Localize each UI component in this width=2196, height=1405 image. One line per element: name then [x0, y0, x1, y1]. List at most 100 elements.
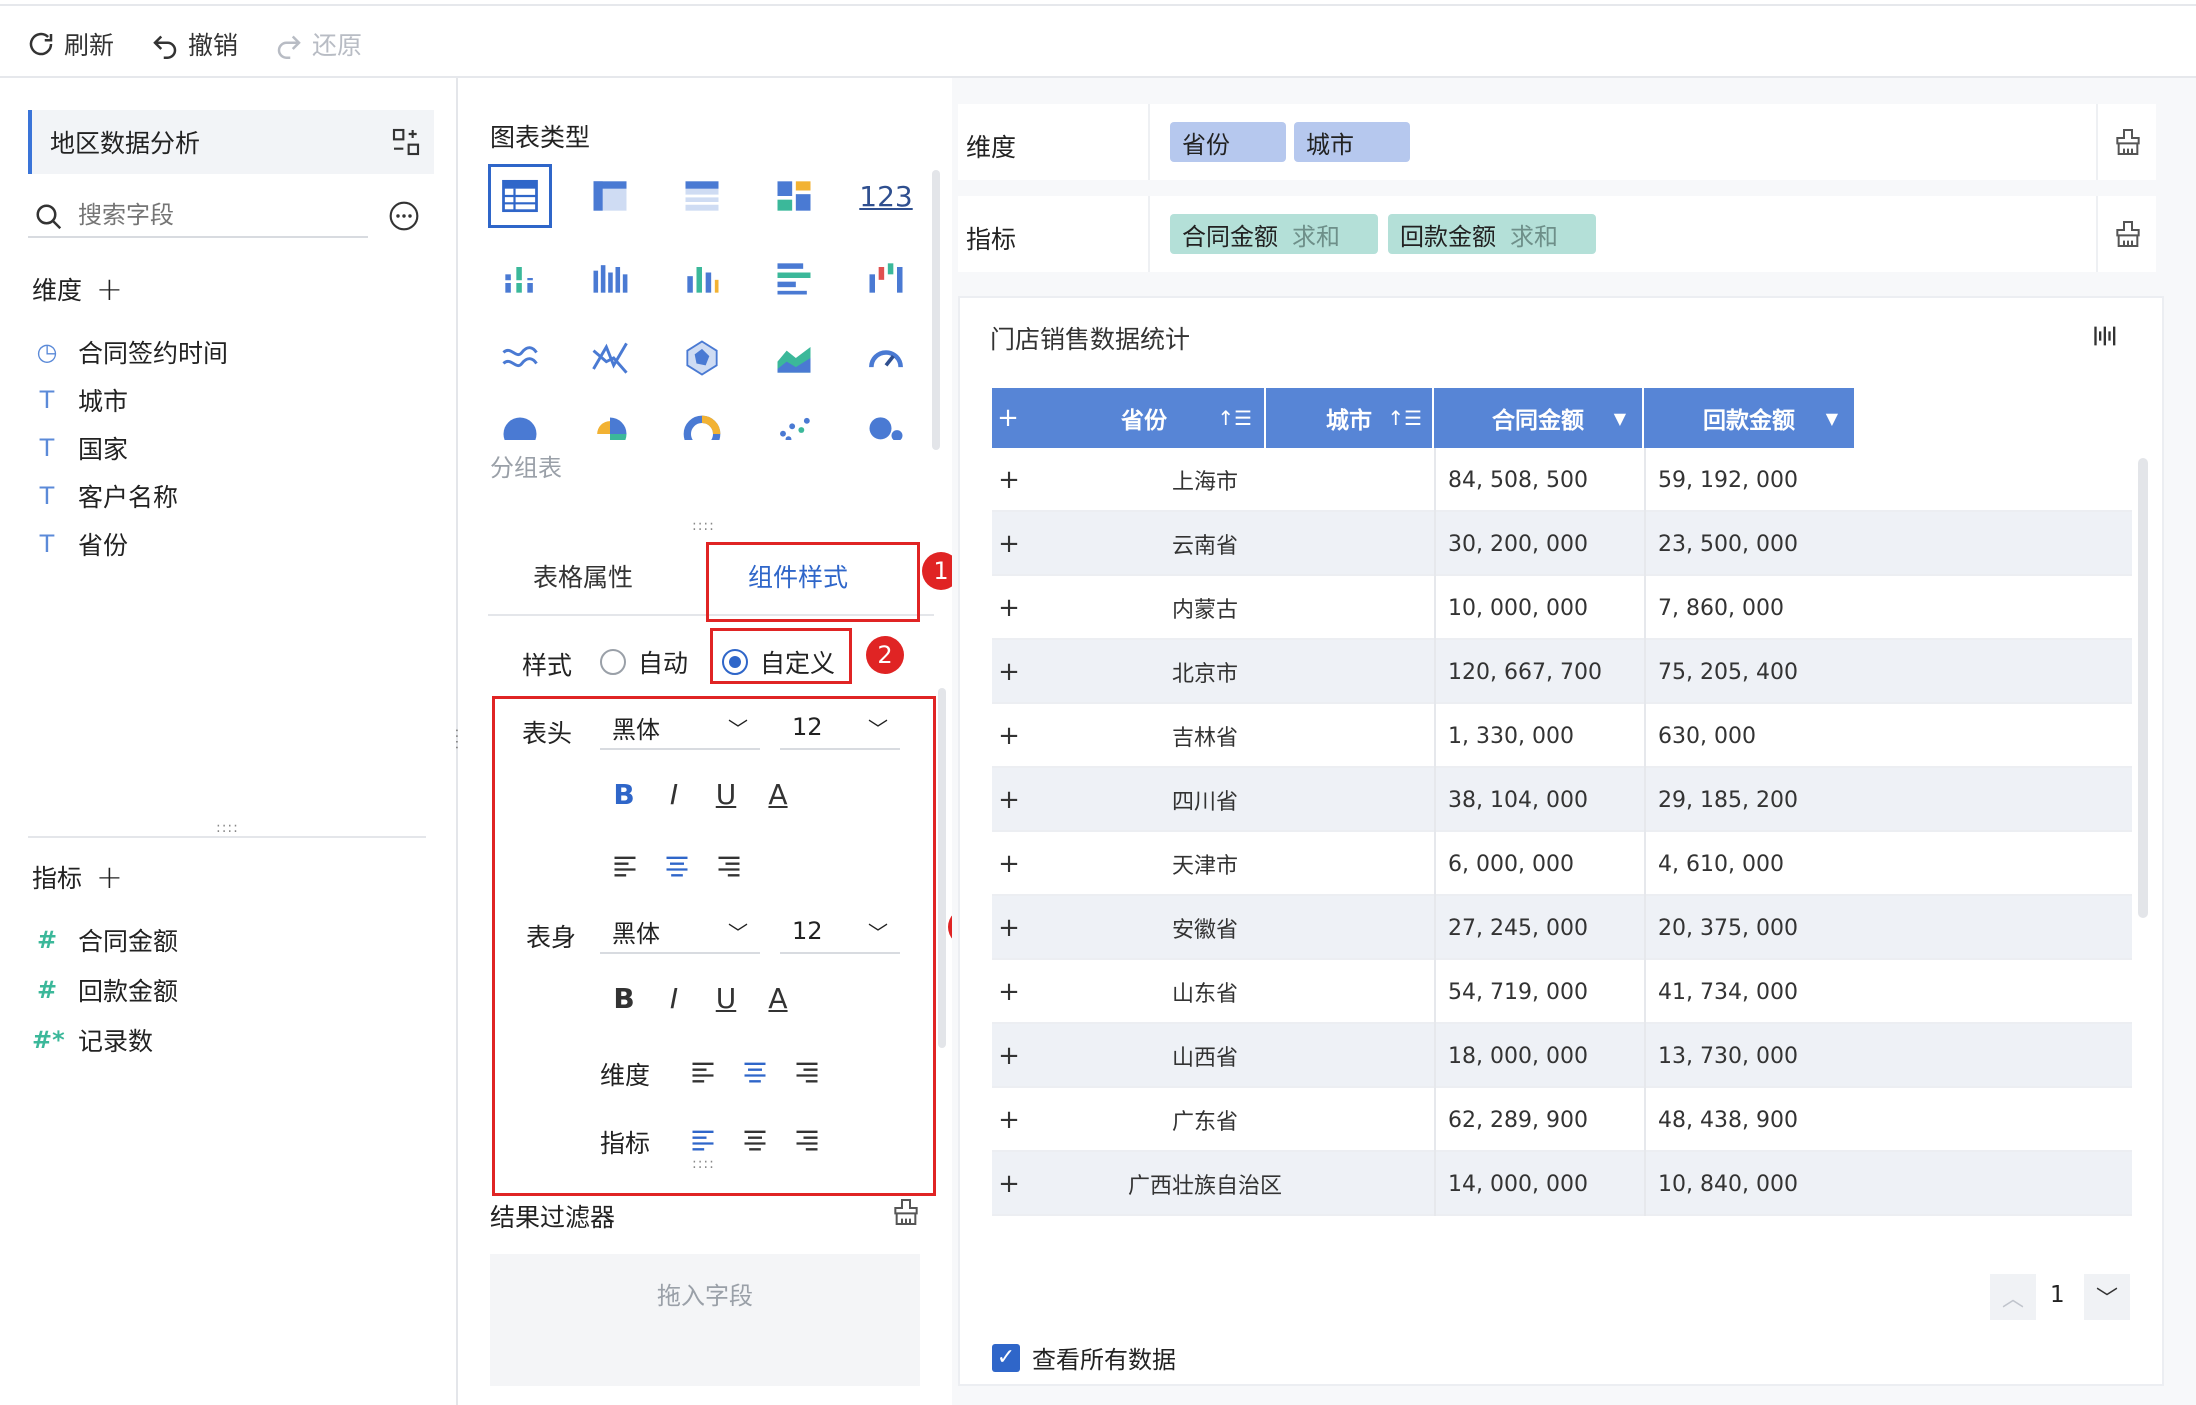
expand-row-icon[interactable]: +: [992, 512, 1026, 576]
table-row[interactable]: + 广东省 62, 289, 900 48, 438, 900: [992, 1088, 2132, 1152]
chart-type-gauge[interactable]: [854, 326, 918, 390]
filter-brush-icon[interactable]: [890, 1196, 922, 1228]
style-scrollbar[interactable]: [938, 688, 946, 1048]
dimension-field[interactable]: T 城市: [32, 380, 128, 420]
chart-type-pie[interactable]: [488, 400, 552, 440]
view-all-checkbox[interactable]: ✓ 查看所有数据: [992, 1340, 1176, 1375]
more-icon[interactable]: [388, 200, 420, 232]
chart-type-cross-table[interactable]: [578, 164, 642, 228]
chart-type-grouped-bar[interactable]: [578, 246, 642, 310]
table-row[interactable]: + 内蒙古 10, 000, 000 7, 860, 000: [992, 576, 2132, 640]
dimension-field[interactable]: T 国家: [32, 428, 128, 468]
body-font-color-icon[interactable]: A: [760, 982, 796, 1015]
header-bold-icon[interactable]: B: [606, 778, 642, 811]
expand-row-icon[interactable]: +: [992, 576, 1026, 640]
table-row[interactable]: + 山西省 18, 000, 000 13, 730, 000: [992, 1024, 2132, 1088]
chart-type-radar[interactable]: [670, 326, 734, 390]
header-italic-icon[interactable]: I: [656, 778, 692, 811]
chart-type-bar[interactable]: [670, 246, 734, 310]
body-size-select[interactable]: 12 ﹀: [780, 910, 900, 954]
header-align-right-icon[interactable]: [714, 852, 744, 880]
resize-grip-icon[interactable]: ::::: [216, 820, 239, 836]
clear-measure-brush-icon[interactable]: [2112, 218, 2144, 250]
dimension-field[interactable]: ◷ 合同签约时间: [32, 332, 229, 372]
body-font-select[interactable]: 黑体 ﹀: [600, 910, 760, 954]
search-input[interactable]: [78, 198, 358, 232]
expand-row-icon[interactable]: +: [992, 448, 1026, 512]
caret-down-icon[interactable]: ▼: [1826, 409, 1838, 428]
chart-type-waterfall[interactable]: [854, 246, 918, 310]
measure-align-left-icon[interactable]: [688, 1126, 718, 1154]
add-measure-icon[interactable]: +: [96, 858, 123, 896]
expand-row-icon[interactable]: +: [992, 704, 1026, 768]
table-row[interactable]: + 上海市 84, 508, 500 59, 192, 000: [992, 448, 2132, 512]
undo-button[interactable]: 撤销: [150, 26, 238, 62]
header-underline-icon[interactable]: U: [708, 778, 744, 811]
header-city[interactable]: 城市 ↑☰: [1266, 388, 1432, 448]
header-align-center-icon[interactable]: [662, 852, 692, 880]
page-prev-button[interactable]: ︿: [1990, 1274, 2036, 1320]
measure-chip-payment[interactable]: 回款金额 求和: [1388, 214, 1596, 254]
style-auto-radio[interactable]: 自动: [600, 644, 688, 680]
chart-type-scatter[interactable]: [762, 400, 826, 440]
resize-grip-icon[interactable]: ::::: [692, 1156, 715, 1172]
table-row[interactable]: + 四川省 38, 104, 000 29, 185, 200: [992, 768, 2132, 832]
measure-field[interactable]: #* 记录数: [32, 1020, 153, 1060]
expand-row-icon[interactable]: +: [992, 832, 1026, 896]
header-align-left-icon[interactable]: [610, 852, 640, 880]
chart-type-rose[interactable]: [578, 400, 642, 440]
measure-align-right-icon[interactable]: [792, 1126, 822, 1154]
chart-type-bubble[interactable]: [854, 400, 918, 440]
clear-dimension-brush-icon[interactable]: [2112, 126, 2144, 158]
expand-row-icon[interactable]: +: [992, 640, 1026, 704]
field-search[interactable]: [28, 194, 368, 238]
body-italic-icon[interactable]: I: [656, 982, 692, 1015]
chart-type-donut[interactable]: [670, 400, 734, 440]
header-font-color-icon[interactable]: A: [760, 778, 796, 811]
table-row[interactable]: + 广西壮族自治区 14, 000, 000 10, 840, 000: [992, 1152, 2132, 1216]
body-bold-icon[interactable]: B: [606, 982, 642, 1015]
header-font-select[interactable]: 黑体 ﹀: [600, 706, 760, 750]
expand-row-icon[interactable]: +: [992, 1088, 1026, 1152]
expand-row-icon[interactable]: +: [992, 960, 1026, 1024]
chart-type-scatter-line[interactable]: [578, 326, 642, 390]
chart-type-number[interactable]: 123: [854, 164, 918, 228]
resize-grip-icon[interactable]: ::::: [692, 518, 715, 534]
table-scrollbar[interactable]: [2138, 458, 2148, 918]
measure-field[interactable]: # 回款金额: [32, 970, 178, 1010]
filter-drop-zone[interactable]: [490, 1254, 920, 1386]
page-next-button[interactable]: ﹀: [2084, 1274, 2130, 1320]
dimension-chip-city[interactable]: 城市: [1294, 122, 1410, 162]
dimension-align-right-icon[interactable]: [792, 1058, 822, 1086]
refresh-button[interactable]: 刷新: [26, 26, 114, 62]
expand-row-icon[interactable]: +: [992, 1024, 1026, 1088]
add-dimension-icon[interactable]: +: [96, 270, 123, 308]
header-contract-amount[interactable]: 合同金额 ▼: [1434, 388, 1642, 448]
measure-field[interactable]: # 合同金额: [32, 920, 178, 960]
dimension-align-center-icon[interactable]: [740, 1058, 770, 1086]
table-row[interactable]: + 山东省 54, 719, 000 41, 734, 000: [992, 960, 2132, 1024]
measure-chip-contract[interactable]: 合同金额 求和: [1170, 214, 1378, 254]
table-row[interactable]: + 安徽省 27, 245, 000 20, 375, 000: [992, 896, 2132, 960]
sort-icon[interactable]: ↑☰: [1217, 406, 1252, 430]
expand-row-icon[interactable]: +: [992, 896, 1026, 960]
expand-row-icon[interactable]: +: [992, 1152, 1026, 1216]
chart-type-horizontal-bar[interactable]: [762, 246, 826, 310]
chart-type-detail-table[interactable]: [670, 164, 734, 228]
dataset-selector[interactable]: 地区数据分析: [28, 110, 434, 174]
header-payment-amount[interactable]: 回款金额 ▼: [1644, 388, 1854, 448]
dimension-chip-province[interactable]: 省份: [1170, 122, 1286, 162]
chart-type-line[interactable]: [488, 326, 552, 390]
expand-all-header[interactable]: +: [992, 388, 1024, 448]
redo-button[interactable]: 还原: [274, 26, 362, 62]
measure-align-center-icon[interactable]: [740, 1126, 770, 1154]
dimension-field[interactable]: T 客户名称: [32, 476, 178, 516]
table-row[interactable]: + 吉林省 1, 330, 000 630, 000: [992, 704, 2132, 768]
dimension-field[interactable]: T 省份: [32, 524, 128, 564]
chart-type-area[interactable]: [762, 326, 826, 390]
expand-row-icon[interactable]: +: [992, 768, 1026, 832]
table-row[interactable]: + 北京市 120, 667, 700 75, 205, 400: [992, 640, 2132, 704]
dimension-align-left-icon[interactable]: [688, 1058, 718, 1086]
sort-icon[interactable]: ↑☰: [1387, 406, 1422, 430]
chart-type-scrollbar[interactable]: [932, 170, 940, 450]
